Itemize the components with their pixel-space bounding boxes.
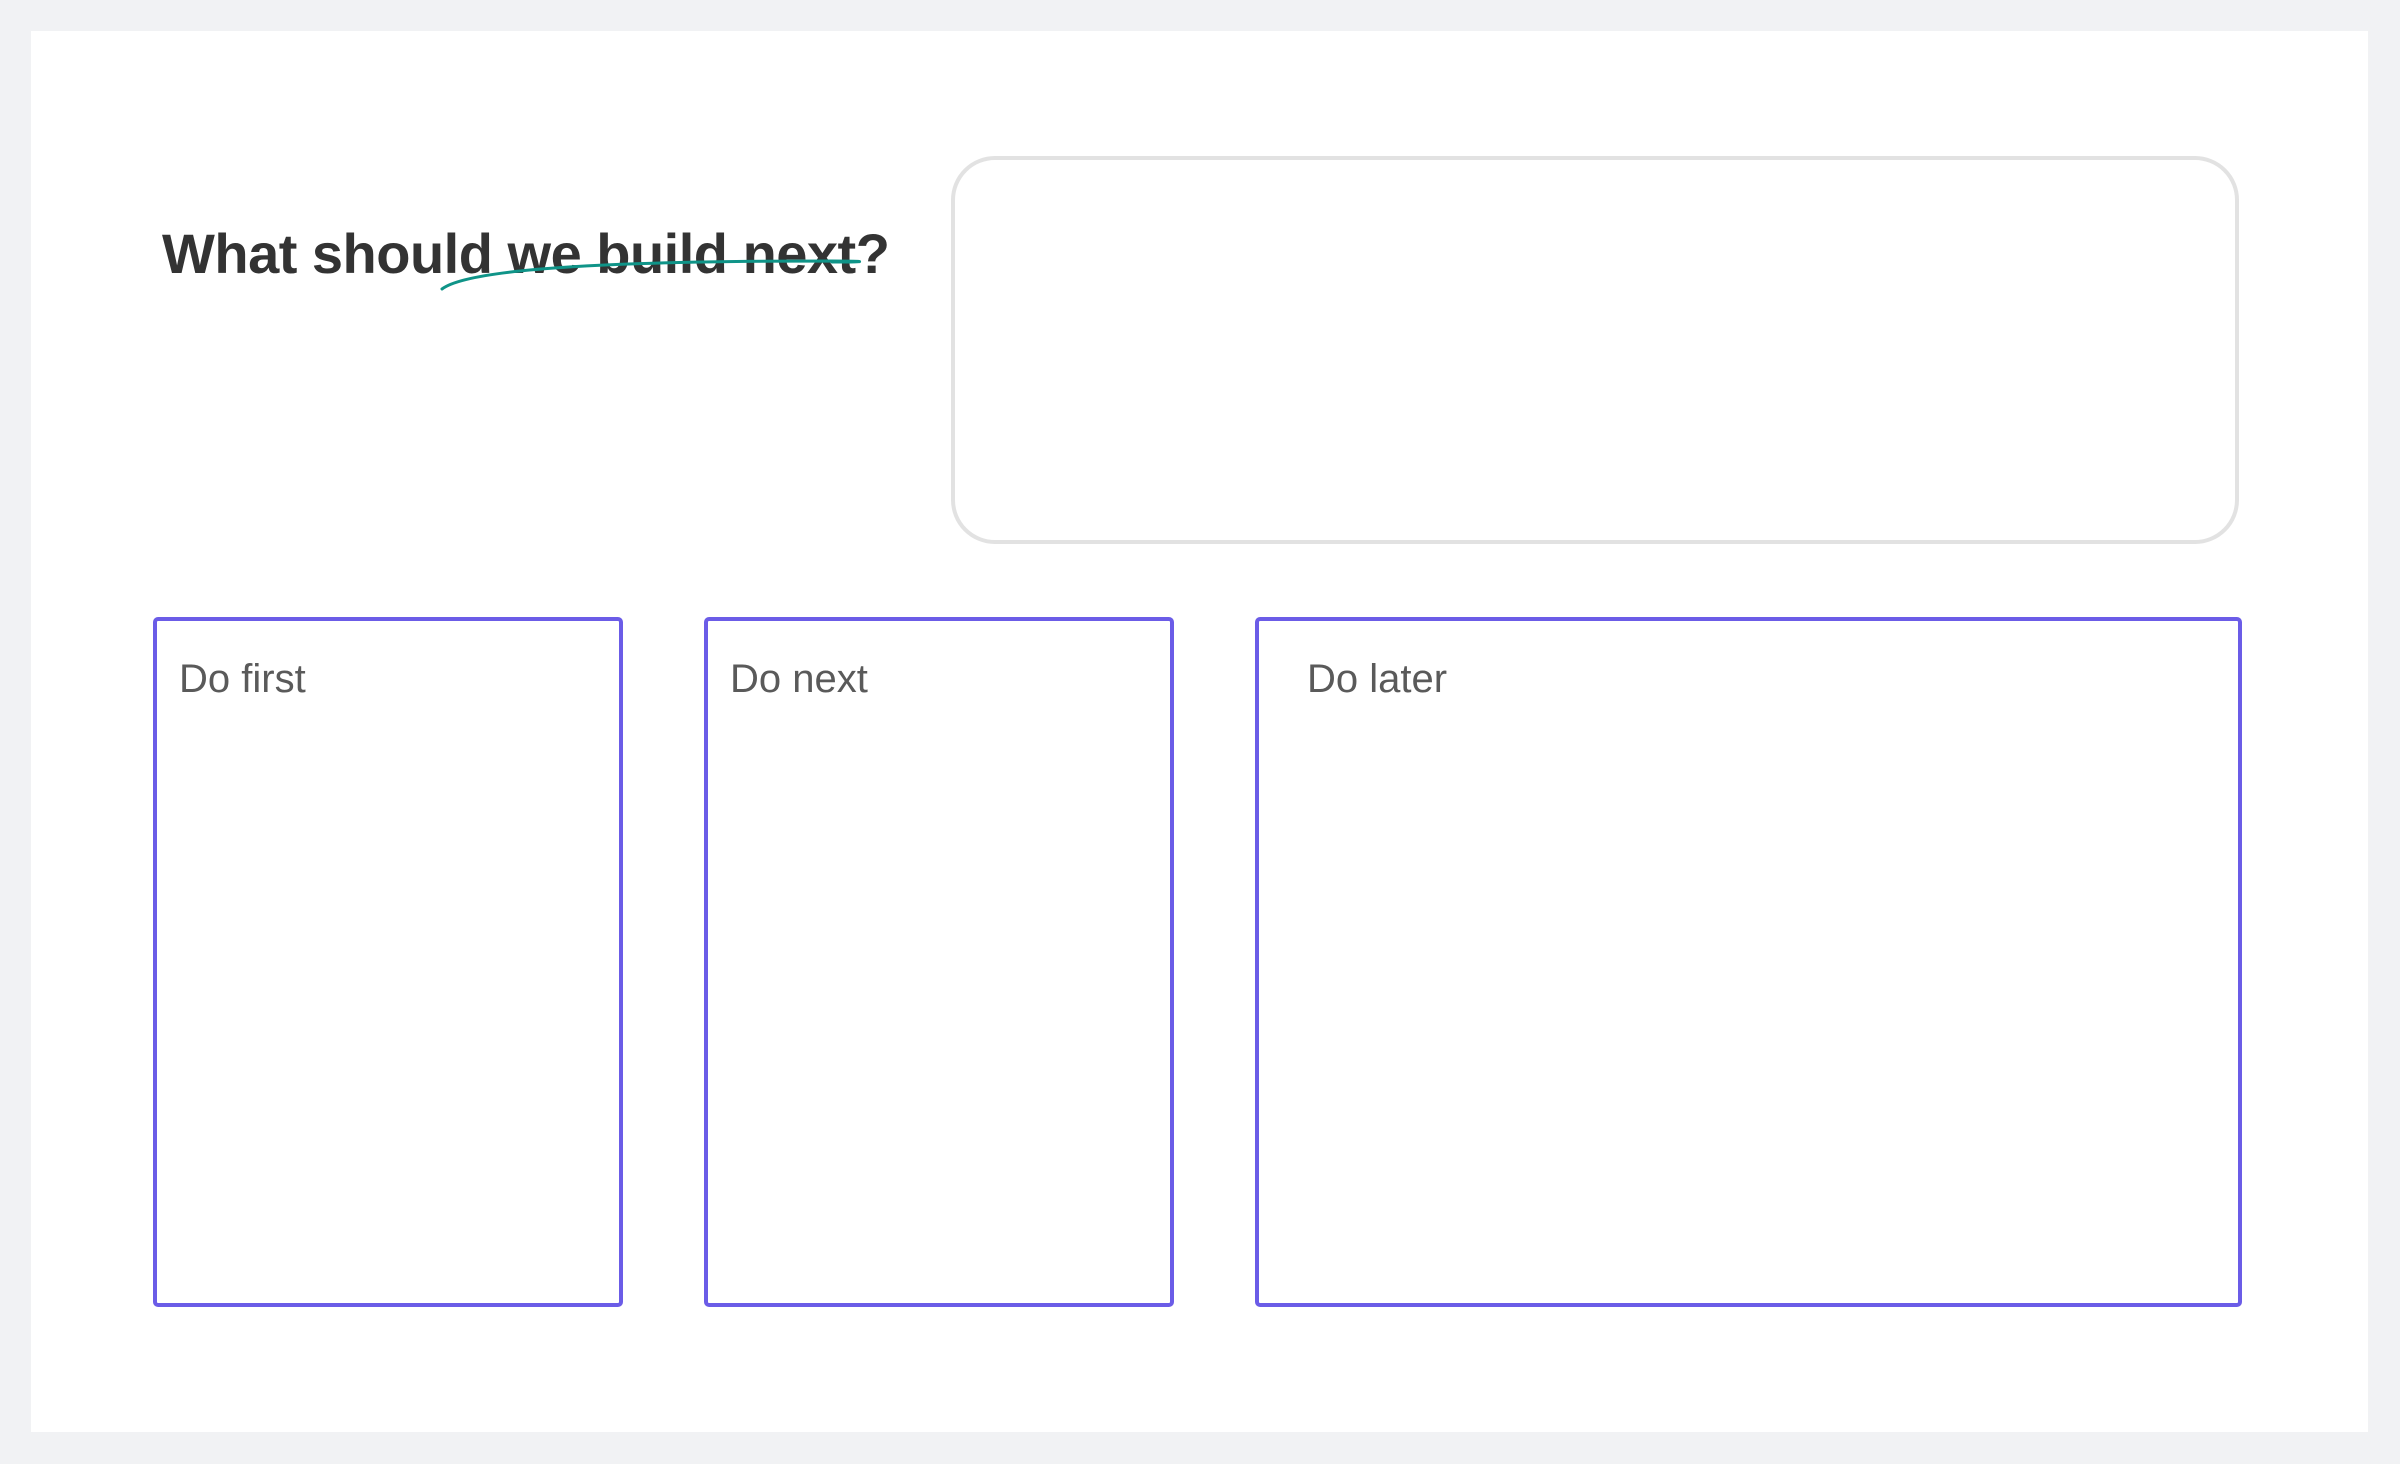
whiteboard-canvas[interactable]: What should we build next? Do first Do n… bbox=[31, 31, 2368, 1432]
column-do-later[interactable]: Do later bbox=[1255, 617, 2242, 1307]
column-do-next[interactable]: Do next bbox=[704, 617, 1174, 1307]
column-do-first[interactable]: Do first bbox=[153, 617, 623, 1307]
column-label-do-first: Do first bbox=[179, 657, 306, 701]
column-label-do-later: Do later bbox=[1307, 657, 1448, 701]
column-label-do-next: Do next bbox=[730, 657, 868, 701]
notes-text-box[interactable] bbox=[951, 156, 2239, 544]
page-title: What should we build next? bbox=[162, 222, 890, 285]
